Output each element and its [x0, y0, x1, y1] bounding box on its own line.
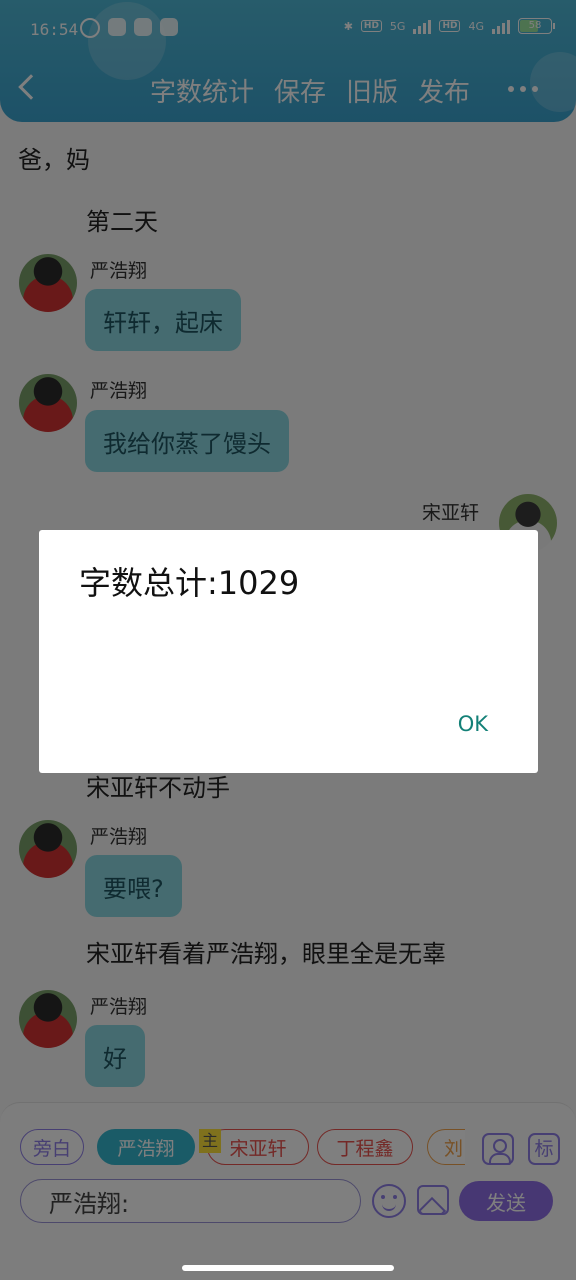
- word-count-dialog: 字数总计:1029 OK: [39, 530, 538, 773]
- home-indicator[interactable]: [182, 1265, 394, 1271]
- ok-button[interactable]: OK: [458, 712, 488, 736]
- dialog-message: 字数总计:1029: [79, 564, 300, 602]
